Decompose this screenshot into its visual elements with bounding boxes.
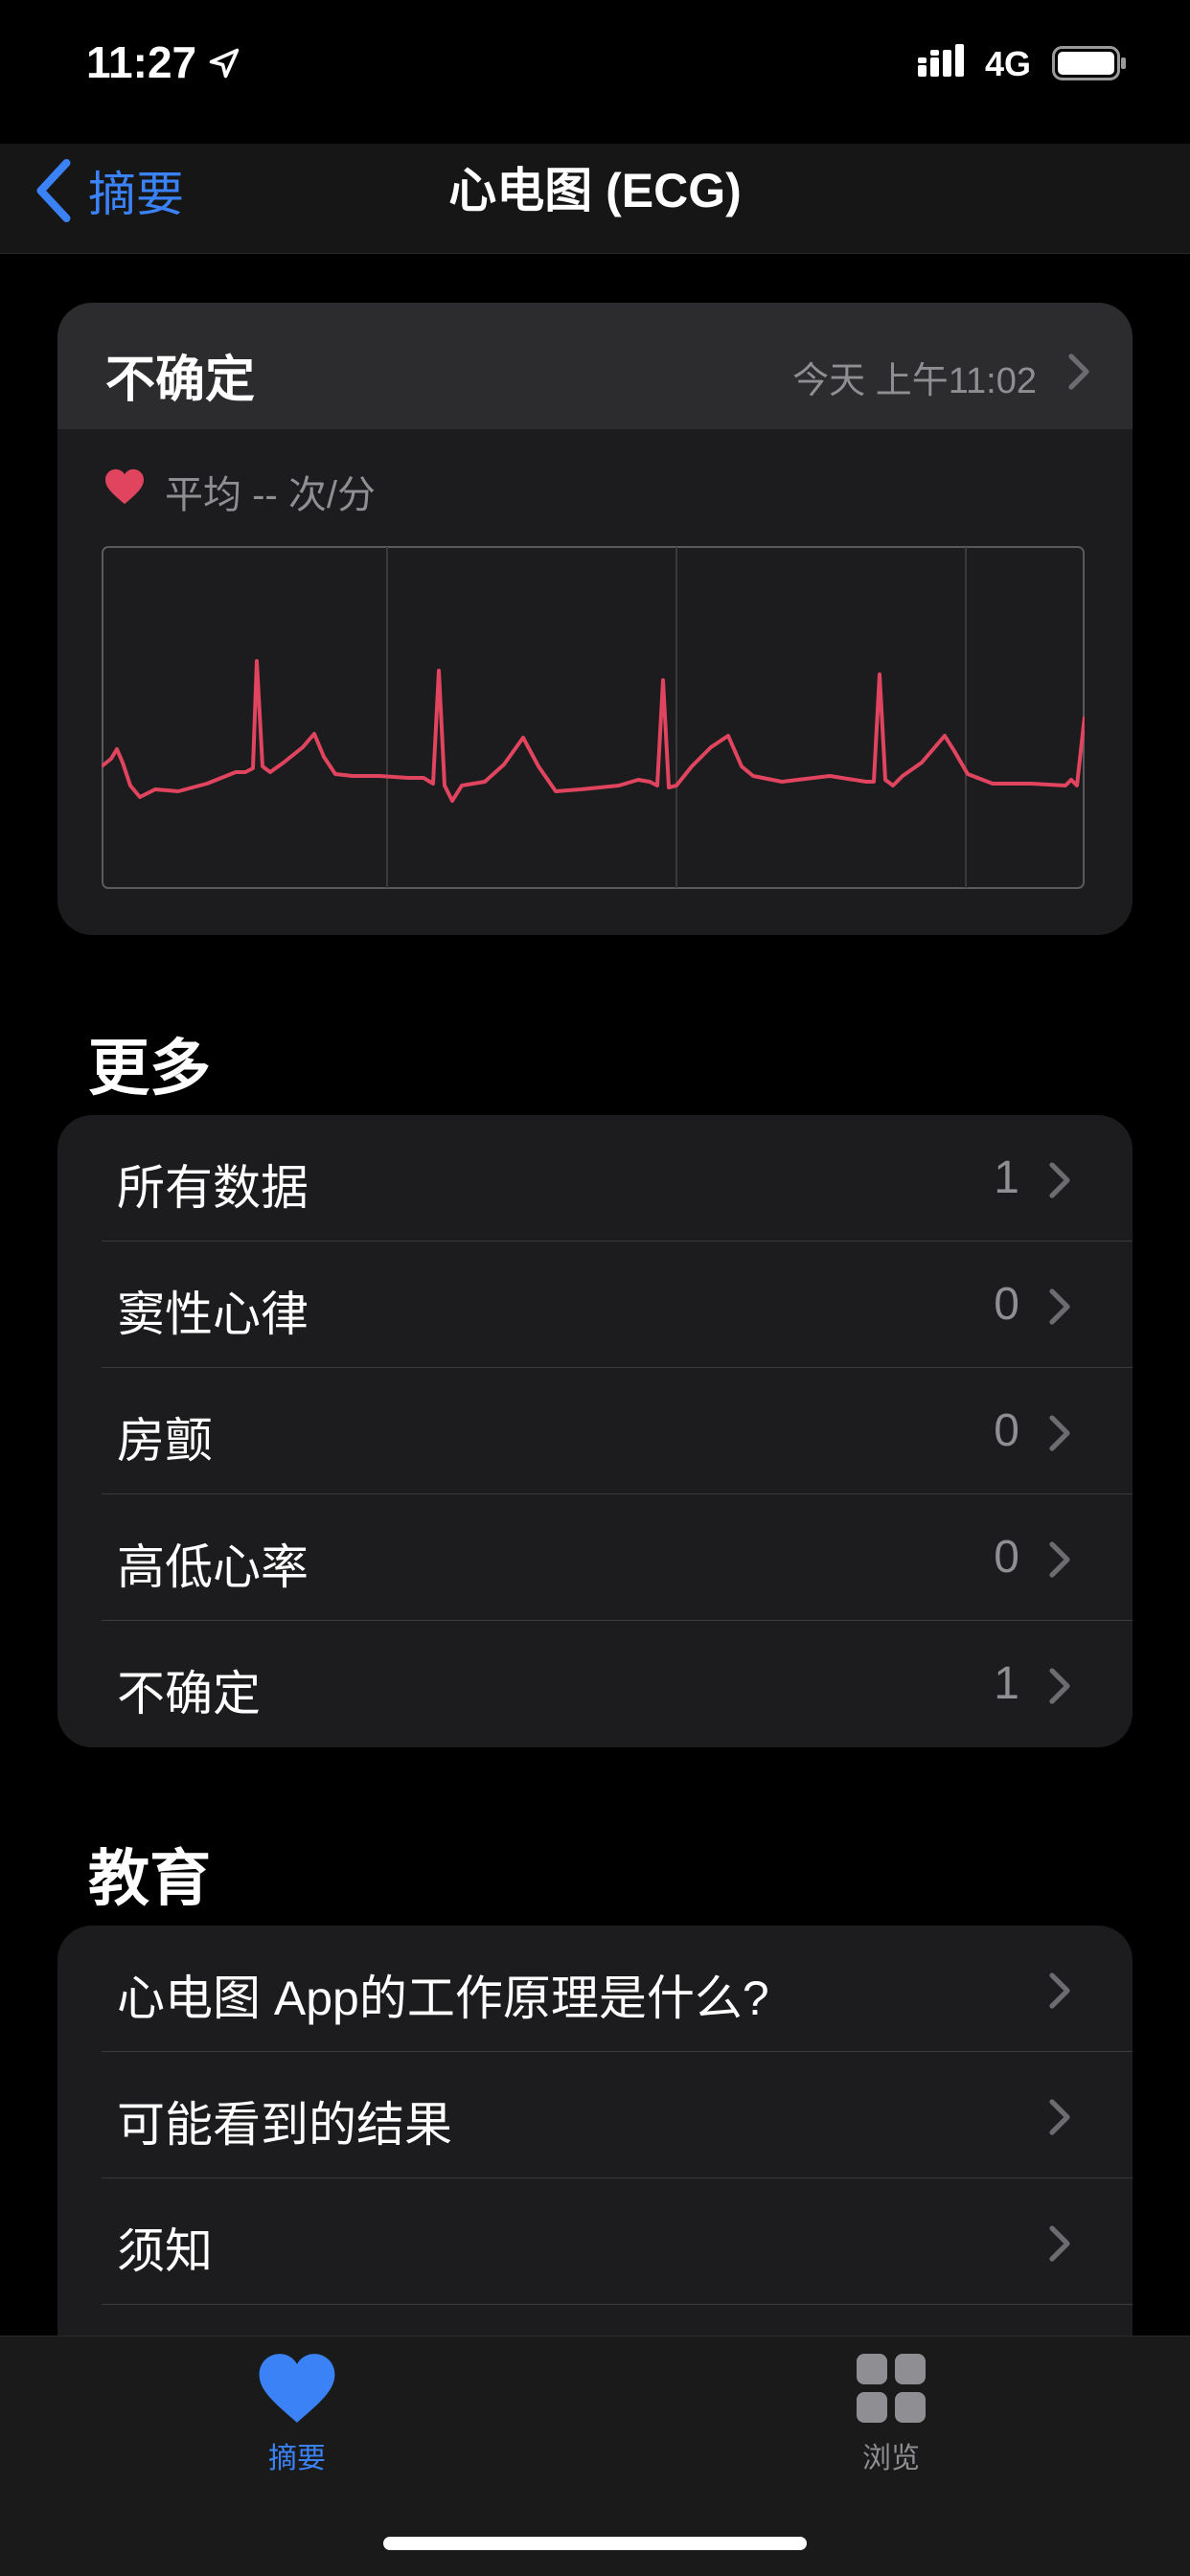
- list-item-count: 0: [994, 1279, 1019, 1330]
- average-heart-rate: 平均 -- 次/分: [165, 474, 376, 516]
- list-item-afib[interactable]: 房颤 0: [57, 1368, 1133, 1494]
- ecg-waveform: [102, 546, 1085, 889]
- chevron-right-icon: [1049, 1415, 1070, 1451]
- tab-browse[interactable]: 浏览: [771, 2350, 1011, 2476]
- status-time: 11:27: [86, 37, 197, 87]
- chevron-right-icon: [1049, 1668, 1070, 1704]
- education-section-title: 教育: [88, 1844, 211, 1913]
- list-item-label: 心电图 App的工作原理是什么?: [117, 1972, 769, 2025]
- tab-summary[interactable]: 摘要: [177, 2350, 417, 2476]
- list-item-notes[interactable]: 须知: [57, 2178, 1133, 2305]
- list-item-label: 窦性心律: [117, 1288, 309, 1341]
- heart-icon: [105, 468, 144, 505]
- chevron-right-icon: [1049, 1972, 1070, 2009]
- grid-icon: [857, 2354, 926, 2423]
- list-item-how-ecg-works[interactable]: 心电图 App的工作原理是什么?: [57, 1926, 1133, 2052]
- list-item-possible-results[interactable]: 可能看到的结果: [57, 2052, 1133, 2178]
- list-item-label: 高低心率: [117, 1540, 309, 1594]
- list-item-count: 1: [994, 1152, 1019, 1203]
- location-arrow-icon: [209, 48, 240, 79]
- battery-icon: [1052, 46, 1126, 80]
- ecg-card-header[interactable]: 不确定 今天 上午11:02: [57, 303, 1133, 429]
- ecg-classification: 不确定: [105, 353, 256, 408]
- more-list: 所有数据 1 窦性心律 0 房颤 0 高低心率 0 不确定 1: [57, 1115, 1133, 1747]
- ecg-recording-card[interactable]: 不确定 今天 上午11:02 平均 -- 次/分: [57, 303, 1133, 935]
- chevron-right-icon: [1049, 1541, 1070, 1578]
- list-item-inconclusive[interactable]: 不确定 1: [57, 1621, 1133, 1747]
- chevron-right-icon: [1049, 2099, 1070, 2135]
- list-item-label: 不确定: [117, 1667, 261, 1721]
- chevron-right-icon: [1049, 1288, 1070, 1325]
- signal-icon: [918, 44, 964, 77]
- home-indicator: [383, 2537, 807, 2550]
- list-item-count: 0: [994, 1532, 1019, 1583]
- tab-label: 浏览: [862, 2443, 920, 2474]
- list-item-all-data[interactable]: 所有数据 1: [57, 1115, 1133, 1242]
- list-item-label: 须知: [117, 2224, 213, 2278]
- tab-label: 摘要: [268, 2443, 326, 2474]
- divider: [102, 2304, 1133, 2305]
- list-item-label: 所有数据: [117, 1161, 309, 1215]
- list-item-high-low-rate[interactable]: 高低心率 0: [57, 1494, 1133, 1621]
- page-title: 心电图 (ECG): [448, 164, 742, 217]
- heart-icon: [259, 2354, 335, 2423]
- network-type: 4G: [985, 44, 1032, 83]
- ecg-date: 今天 上午11:02: [792, 361, 1037, 401]
- list-item-sinus-rhythm[interactable]: 窦性心律 0: [57, 1242, 1133, 1368]
- more-section-title: 更多: [88, 1034, 211, 1103]
- chevron-right-icon: [1049, 2225, 1070, 2262]
- list-item-label: 房颤: [117, 1414, 213, 1468]
- chevron-right-icon: [1068, 353, 1089, 390]
- chevron-right-icon: [1049, 1162, 1070, 1198]
- list-item-label: 可能看到的结果: [117, 2098, 452, 2152]
- list-item-count: 1: [994, 1658, 1019, 1709]
- list-item-count: 0: [994, 1405, 1019, 1456]
